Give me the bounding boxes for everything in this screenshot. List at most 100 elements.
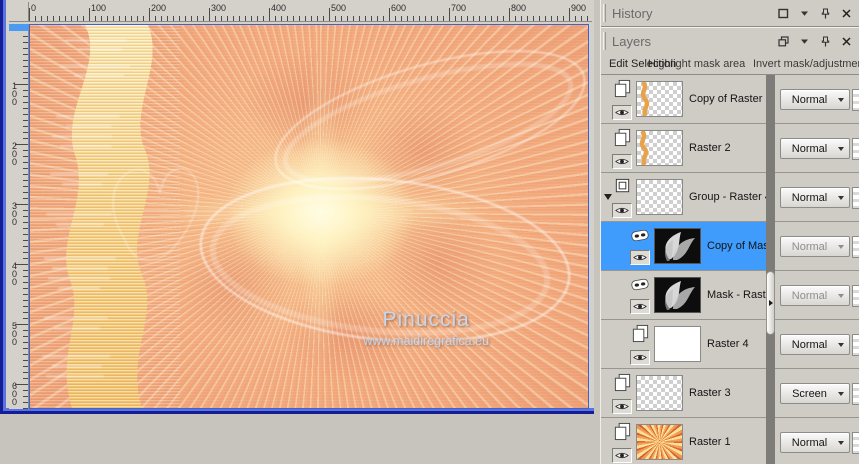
pin-icon[interactable]: [819, 7, 831, 19]
layer-name: Copy of Mask - Raster 4: [707, 240, 766, 252]
ruler-tick-label: 300: [211, 3, 227, 13]
layer-row-raster-1[interactable]: Raster 1 Normal: [601, 418, 859, 464]
history-panel-header[interactable]: History: [601, 0, 859, 26]
blend-mode-dropdown[interactable]: Screen: [780, 383, 850, 404]
raster-layer-icon: [631, 324, 650, 348]
blend-mode-dropdown[interactable]: Normal: [780, 187, 850, 208]
opacity-control-clipped[interactable]: [852, 432, 859, 454]
ruler-tick-label: 400: [12, 261, 18, 287]
opacity-control-clipped[interactable]: [852, 89, 859, 111]
blend-mode-dropdown[interactable]: Normal: [780, 89, 850, 110]
layer-row-group-raster-4[interactable]: Group - Raster 4 Normal: [601, 173, 859, 222]
chevron-down-icon: [838, 342, 844, 347]
visibility-eye-toggle[interactable]: [630, 298, 650, 314]
layer-row-raster-2[interactable]: Raster 2 Normal: [601, 124, 859, 173]
ruler-tick-label: 100: [12, 81, 18, 107]
raster-layer-icon: [613, 128, 632, 152]
visibility-eye-toggle[interactable]: [630, 349, 650, 365]
chevron-down-icon: [838, 293, 844, 298]
ruler-tick-label: 700: [451, 3, 467, 13]
layers-toolbar: Edit Selection Highlight mask area Inver…: [601, 54, 859, 75]
visibility-eye-toggle[interactable]: [612, 104, 632, 120]
opacity-control-clipped[interactable]: [852, 187, 859, 209]
panel-grip[interactable]: [603, 32, 606, 50]
app-workspace: 0 100 200 300 400 500 600 700 800 900 10…: [0, 0, 859, 464]
ruler-tick-label: 200: [12, 141, 18, 167]
blend-mode-dropdown[interactable]: Normal: [780, 432, 850, 453]
ruler-tick-label: 600: [12, 381, 18, 407]
layer-name: Raster 3: [689, 387, 731, 399]
pin-icon[interactable]: [819, 35, 831, 47]
ruler-tick-label: 500: [12, 321, 18, 347]
layer-thumbnail[interactable]: [636, 424, 683, 460]
opacity-control-clipped[interactable]: [852, 383, 859, 405]
chevron-down-icon: [838, 244, 844, 249]
panel-menu-chevron-icon[interactable]: [798, 35, 810, 47]
layer-row-raster-4[interactable]: Raster 4 Normal: [601, 320, 859, 369]
layer-name: Raster 1: [689, 436, 731, 448]
splitter-grip-handle[interactable]: [766, 271, 775, 335]
artwork-watermark: Pinuccia www.maidiregrafica.eu: [363, 308, 489, 348]
raster-layer-icon: [613, 79, 632, 103]
chevron-down-icon: [838, 440, 844, 445]
layer-thumbnail[interactable]: [636, 375, 683, 411]
ruler-tick-label: 800: [511, 3, 527, 13]
visibility-eye-toggle[interactable]: [612, 398, 632, 414]
chevron-down-icon: [838, 391, 844, 396]
layers-panel-header[interactable]: Layers: [601, 28, 859, 54]
ruler-tick-label: 600: [391, 3, 407, 13]
blend-mode-dropdown: Normal: [780, 285, 850, 306]
image-canvas[interactable]: Pinuccia www.maidiregrafica.eu: [29, 24, 589, 409]
column-splitter[interactable]: [766, 75, 775, 464]
blend-mode-dropdown[interactable]: Normal: [780, 334, 850, 355]
panel-menu-chevron-icon[interactable]: [798, 7, 810, 19]
chevron-down-icon: [838, 97, 844, 102]
ruler-position-marker: [9, 24, 28, 31]
layer-row-mask-raster-4[interactable]: Mask - Raster 4 Normal: [601, 271, 859, 320]
visibility-eye-toggle[interactable]: [612, 202, 632, 218]
layer-row-copy-of-raster-2[interactable]: Copy of Raster 2 Normal: [601, 75, 859, 124]
layer-row-copy-of-mask-raster-4[interactable]: Copy of Mask - Raster 4 Normal: [601, 222, 859, 271]
visibility-eye-toggle[interactable]: [630, 249, 650, 265]
opacity-control-clipped[interactable]: [852, 236, 859, 258]
ruler-tick-label: 500: [331, 3, 347, 13]
ruler-tick-label: 900: [571, 3, 587, 13]
mask-layer-icon: [630, 228, 650, 248]
visibility-eye-toggle[interactable]: [612, 153, 632, 169]
opacity-control-clipped[interactable]: [852, 334, 859, 356]
float-panel-icon[interactable]: [777, 7, 789, 19]
layer-row-raster-3[interactable]: Raster 3 Screen: [601, 369, 859, 418]
opacity-control-clipped[interactable]: [852, 285, 859, 307]
invert-mask-button[interactable]: Invert mask/adjustment: [753, 58, 859, 70]
layer-name: Mask - Raster 4: [707, 289, 766, 301]
layer-thumbnail[interactable]: [636, 179, 683, 215]
ruler-horizontal: 0 100 200 300 400 500 600 700 800 900: [29, 2, 592, 22]
panel-grip[interactable]: [603, 4, 606, 22]
ruler-tick-label: 300: [12, 201, 18, 227]
layer-name: Group - Raster 4: [689, 191, 766, 203]
mask-thumbnail[interactable]: [654, 277, 701, 313]
ruler-corner-box: [9, 2, 29, 22]
opacity-control-clipped[interactable]: [852, 138, 859, 160]
mask-thumbnail[interactable]: [654, 228, 701, 264]
ruler-tick-label: 200: [151, 3, 167, 13]
close-icon[interactable]: [840, 35, 852, 47]
cascade-panel-icon[interactable]: [777, 35, 789, 47]
layer-thumbnail[interactable]: [654, 326, 701, 362]
ruler-tick-label: 100: [91, 3, 107, 13]
layer-thumbnail[interactable]: [636, 130, 683, 166]
layers-panel-title: Layers: [612, 33, 652, 49]
blend-mode-dropdown[interactable]: Normal: [780, 138, 850, 159]
artwork-decoration: [30, 25, 586, 408]
ruler-vertical: 100 200 300 400 500 600: [9, 24, 29, 409]
white-swirl-arcs: [112, 50, 586, 344]
history-panel-title: History: [612, 5, 653, 21]
highlight-mask-area-button[interactable]: Highlight mask area: [648, 58, 745, 70]
ruler-tick-label: 0: [31, 3, 37, 13]
layer-thumbnail[interactable]: [636, 81, 683, 117]
layer-name: Raster 2: [689, 142, 731, 154]
close-icon[interactable]: [840, 7, 852, 19]
layer-list: Copy of Raster 2 Normal Raster 2 Normal …: [601, 74, 859, 464]
visibility-eye-toggle[interactable]: [612, 447, 632, 463]
group-expand-triangle[interactable]: [604, 194, 612, 200]
